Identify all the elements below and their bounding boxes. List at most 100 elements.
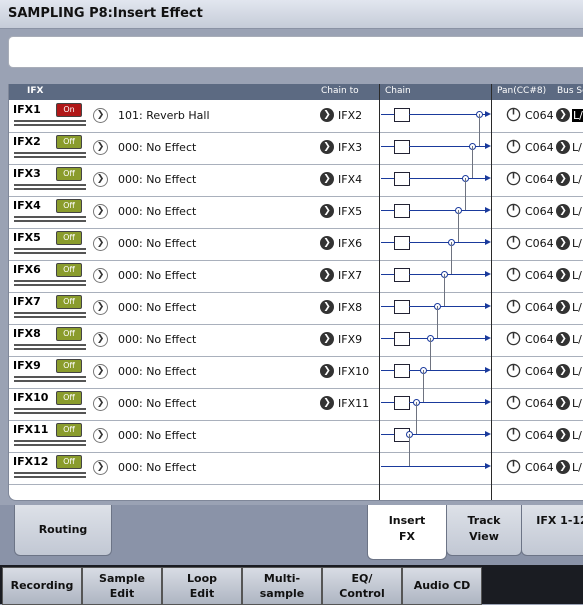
knob-icon[interactable] (506, 107, 521, 122)
bus-select-value[interactable]: L/ (572, 333, 582, 346)
pan-value[interactable]: C064 (525, 173, 554, 186)
knob-icon[interactable] (506, 171, 521, 186)
mode-tab-multisample[interactable]: Multi- sample (242, 567, 322, 605)
chain-to-value[interactable]: IFX6 (338, 237, 362, 250)
chevron-right-circle-icon[interactable]: ❯ (93, 236, 108, 251)
pan-value[interactable]: C064 (525, 269, 554, 282)
chevron-right-circle-icon[interactable]: ❯ (320, 108, 334, 122)
chevron-right-circle-icon[interactable]: ❯ (556, 236, 570, 250)
knob-icon[interactable] (506, 395, 521, 410)
knob-icon[interactable] (506, 363, 521, 378)
chevron-right-circle-icon[interactable]: ❯ (320, 172, 334, 186)
chevron-right-circle-icon[interactable]: ❯ (93, 364, 108, 379)
chevron-right-circle-icon[interactable]: ❯ (93, 300, 108, 315)
chevron-right-circle-icon[interactable]: ❯ (93, 460, 108, 475)
bus-select-value[interactable]: L/ (572, 301, 582, 314)
knob-icon[interactable] (506, 203, 521, 218)
chevron-right-circle-icon[interactable]: ❯ (320, 396, 334, 410)
chevron-right-circle-icon[interactable]: ❯ (556, 172, 570, 186)
knob-icon[interactable] (506, 331, 521, 346)
chevron-right-circle-icon[interactable]: ❯ (556, 140, 570, 154)
name-field[interactable] (8, 36, 583, 68)
chevron-right-circle-icon[interactable]: ❯ (320, 364, 334, 378)
chevron-right-circle-icon[interactable]: ❯ (320, 140, 334, 154)
chevron-right-circle-icon[interactable]: ❯ (556, 460, 570, 474)
chevron-right-circle-icon[interactable]: ❯ (320, 204, 334, 218)
chevron-right-circle-icon[interactable]: ❯ (93, 108, 108, 123)
knob-icon[interactable] (506, 427, 521, 442)
ifx-on-off-switch[interactable]: Off (56, 167, 82, 181)
tab-track-view[interactable]: Track View (446, 505, 522, 556)
ifx-on-off-switch[interactable]: Off (56, 455, 82, 469)
chevron-right-circle-icon[interactable]: ❯ (320, 268, 334, 282)
chain-to-value[interactable]: IFX9 (338, 333, 362, 346)
tab-routing[interactable]: Routing (14, 505, 112, 556)
mode-tab-recording[interactable]: Recording (2, 567, 82, 605)
chevron-right-circle-icon[interactable]: ❯ (320, 236, 334, 250)
effect-name[interactable]: 000: No Effect (118, 237, 196, 250)
pan-value[interactable]: C064 (525, 365, 554, 378)
mode-tab-loop-edit[interactable]: Loop Edit (162, 567, 242, 605)
chain-to-value[interactable]: IFX11 (338, 397, 369, 410)
tab-insert-fx[interactable]: Insert FX (367, 505, 447, 560)
chevron-right-circle-icon[interactable]: ❯ (556, 268, 570, 282)
ifx-on-off-switch[interactable]: Off (56, 295, 82, 309)
pan-value[interactable]: C064 (525, 461, 554, 474)
pan-value[interactable]: C064 (525, 205, 554, 218)
chain-to-value[interactable]: IFX7 (338, 269, 362, 282)
knob-icon[interactable] (506, 139, 521, 154)
pan-value[interactable]: C064 (525, 301, 554, 314)
effect-name[interactable]: 000: No Effect (118, 461, 196, 474)
chevron-right-circle-icon[interactable]: ❯ (93, 204, 108, 219)
ifx-on-off-switch[interactable]: Off (56, 327, 82, 341)
chevron-right-circle-icon[interactable]: ❯ (556, 396, 570, 410)
effect-name[interactable]: 000: No Effect (118, 429, 196, 442)
chevron-right-circle-icon[interactable]: ❯ (93, 396, 108, 411)
chevron-right-circle-icon[interactable]: ❯ (556, 332, 570, 346)
effect-name[interactable]: 101: Reverb Hall (118, 109, 210, 122)
effect-name[interactable]: 000: No Effect (118, 365, 196, 378)
knob-icon[interactable] (506, 459, 521, 474)
knob-icon[interactable] (506, 267, 521, 282)
pan-value[interactable]: C064 (525, 109, 554, 122)
chevron-right-circle-icon[interactable]: ❯ (556, 108, 570, 122)
tab-ifx-1-12[interactable]: IFX 1-12 (521, 505, 583, 556)
ifx-on-off-switch[interactable]: Off (56, 263, 82, 277)
bus-select-value[interactable]: L/ (572, 109, 583, 122)
chevron-right-circle-icon[interactable]: ❯ (556, 204, 570, 218)
chevron-right-circle-icon[interactable]: ❯ (93, 268, 108, 283)
mode-tab-audio-cd[interactable]: Audio CD (402, 567, 482, 605)
chevron-right-circle-icon[interactable]: ❯ (93, 428, 108, 443)
ifx-on-off-switch[interactable]: Off (56, 199, 82, 213)
effect-name[interactable]: 000: No Effect (118, 141, 196, 154)
chevron-right-circle-icon[interactable]: ❯ (320, 300, 334, 314)
pan-value[interactable]: C064 (525, 333, 554, 346)
effect-name[interactable]: 000: No Effect (118, 397, 196, 410)
effect-name[interactable]: 000: No Effect (118, 269, 196, 282)
chevron-right-circle-icon[interactable]: ❯ (556, 300, 570, 314)
chevron-right-circle-icon[interactable]: ❯ (93, 172, 108, 187)
bus-select-value[interactable]: L/ (572, 365, 582, 378)
effect-name[interactable]: 000: No Effect (118, 205, 196, 218)
ifx-on-off-switch[interactable]: Off (56, 231, 82, 245)
ifx-on-off-switch[interactable]: Off (56, 423, 82, 437)
ifx-on-off-switch[interactable]: Off (56, 135, 82, 149)
bus-select-value[interactable]: L/ (572, 429, 582, 442)
chain-to-value[interactable]: IFX10 (338, 365, 369, 378)
chain-to-value[interactable]: IFX5 (338, 205, 362, 218)
knob-icon[interactable] (506, 299, 521, 314)
chain-to-value[interactable]: IFX2 (338, 109, 362, 122)
knob-icon[interactable] (506, 235, 521, 250)
chain-to-value[interactable]: IFX3 (338, 141, 362, 154)
effect-name[interactable]: 000: No Effect (118, 333, 196, 346)
chain-to-value[interactable]: IFX4 (338, 173, 362, 186)
mode-tab-sample-edit[interactable]: Sample Edit (82, 567, 162, 605)
chevron-right-circle-icon[interactable]: ❯ (320, 332, 334, 346)
bus-select-value[interactable]: L/ (572, 173, 582, 186)
effect-name[interactable]: 000: No Effect (118, 301, 196, 314)
chevron-right-circle-icon[interactable]: ❯ (93, 332, 108, 347)
pan-value[interactable]: C064 (525, 141, 554, 154)
bus-select-value[interactable]: L/ (572, 461, 582, 474)
bus-select-value[interactable]: L/ (572, 269, 582, 282)
pan-value[interactable]: C064 (525, 397, 554, 410)
